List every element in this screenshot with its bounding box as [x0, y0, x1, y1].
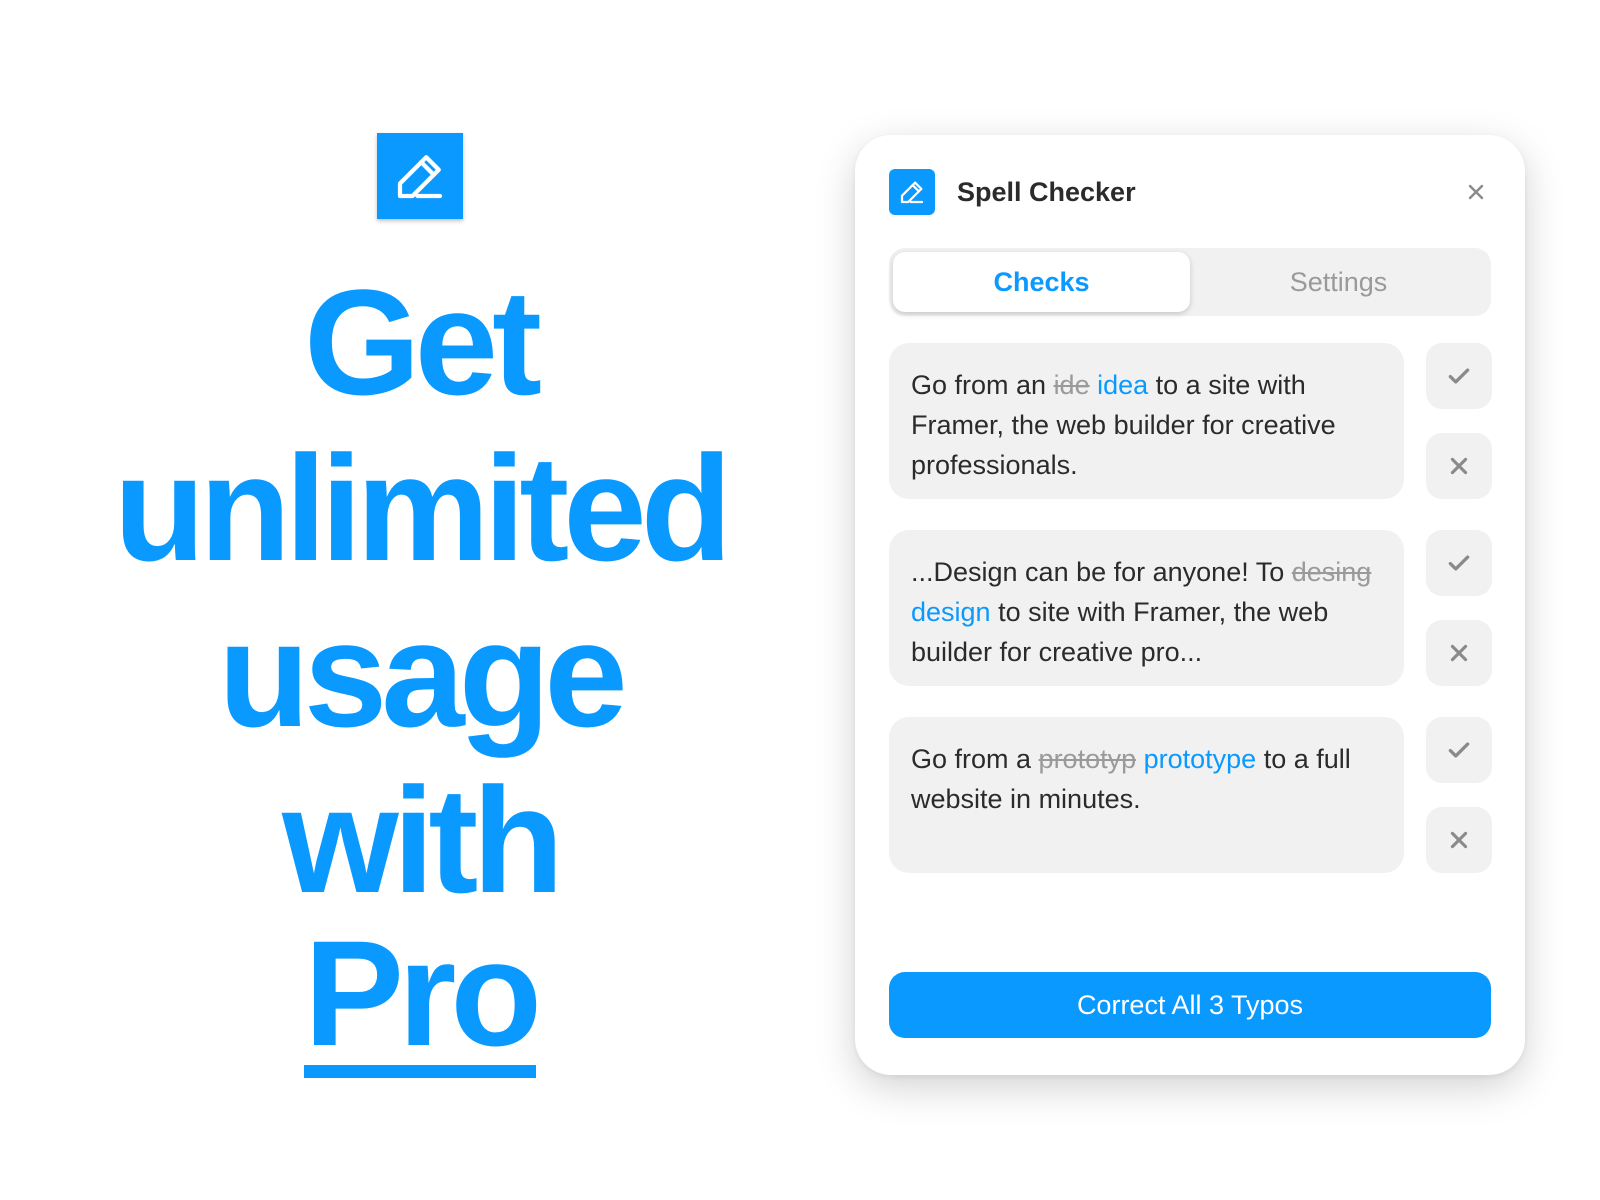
close-icon: [1450, 457, 1468, 475]
reject-button[interactable]: [1426, 620, 1492, 686]
promo-headline: Get unlimited usage with Pro: [113, 258, 733, 1078]
reject-button[interactable]: [1426, 433, 1492, 499]
misspelled-word: desing: [1291, 557, 1372, 587]
headline-pro-link[interactable]: Pro: [303, 918, 542, 1078]
suggested-word[interactable]: prototype: [1144, 744, 1257, 774]
panel-header: Spell Checker: [889, 169, 1491, 215]
check-text-before: Go from an: [911, 370, 1054, 400]
accept-button[interactable]: [1426, 530, 1492, 596]
check-text: ...Design can be for anyone! To desing d…: [889, 530, 1404, 686]
headline-line: unlimited: [113, 424, 733, 592]
check-item: Go from a prototyp prototype to a full w…: [889, 717, 1492, 873]
correct-all-button[interactable]: Correct All 3 Typos: [889, 972, 1491, 1038]
tab-checks[interactable]: Checks: [893, 252, 1190, 312]
check-text-before: Go from a: [911, 744, 1039, 774]
close-icon[interactable]: [1461, 177, 1491, 207]
suggested-word[interactable]: design: [911, 597, 991, 627]
misspelled-word: ide: [1053, 370, 1090, 400]
checkmark-icon: [1448, 742, 1470, 758]
check-text: Go from a prototyp prototype to a full w…: [889, 717, 1404, 873]
check-text-before: ...Design can be for anyone! To: [911, 557, 1292, 587]
headline-line: usage: [218, 590, 628, 758]
check-item: ...Design can be for anyone! To desing d…: [889, 530, 1492, 686]
checkmark-icon: [1448, 555, 1470, 571]
reject-button[interactable]: [1426, 807, 1492, 873]
close-icon: [1450, 644, 1468, 662]
pencil-edit-icon: [377, 133, 463, 219]
suggested-word[interactable]: idea: [1097, 370, 1148, 400]
stage: Get unlimited usage with Pro Spell Check…: [0, 0, 1600, 1200]
promo-section: Get unlimited usage with Pro: [60, 133, 780, 1078]
accept-button[interactable]: [1426, 717, 1492, 783]
headline-line: with: [282, 756, 564, 924]
misspelled-word: prototyp: [1038, 744, 1137, 774]
close-icon: [1450, 831, 1468, 849]
checkmark-icon: [1448, 368, 1470, 384]
spell-checker-panel: Spell Checker Checks Settings Go from an…: [855, 135, 1525, 1075]
tab-bar: Checks Settings: [889, 248, 1491, 316]
headline-line: Get: [303, 258, 542, 426]
check-text: Go from an ide idea to a site with Frame…: [889, 343, 1404, 499]
panel-title: Spell Checker: [957, 176, 1136, 207]
tab-settings[interactable]: Settings: [1190, 252, 1487, 312]
accept-button[interactable]: [1426, 343, 1492, 409]
pencil-edit-icon: [889, 169, 935, 215]
check-item: Go from an ide idea to a site with Frame…: [889, 343, 1492, 499]
